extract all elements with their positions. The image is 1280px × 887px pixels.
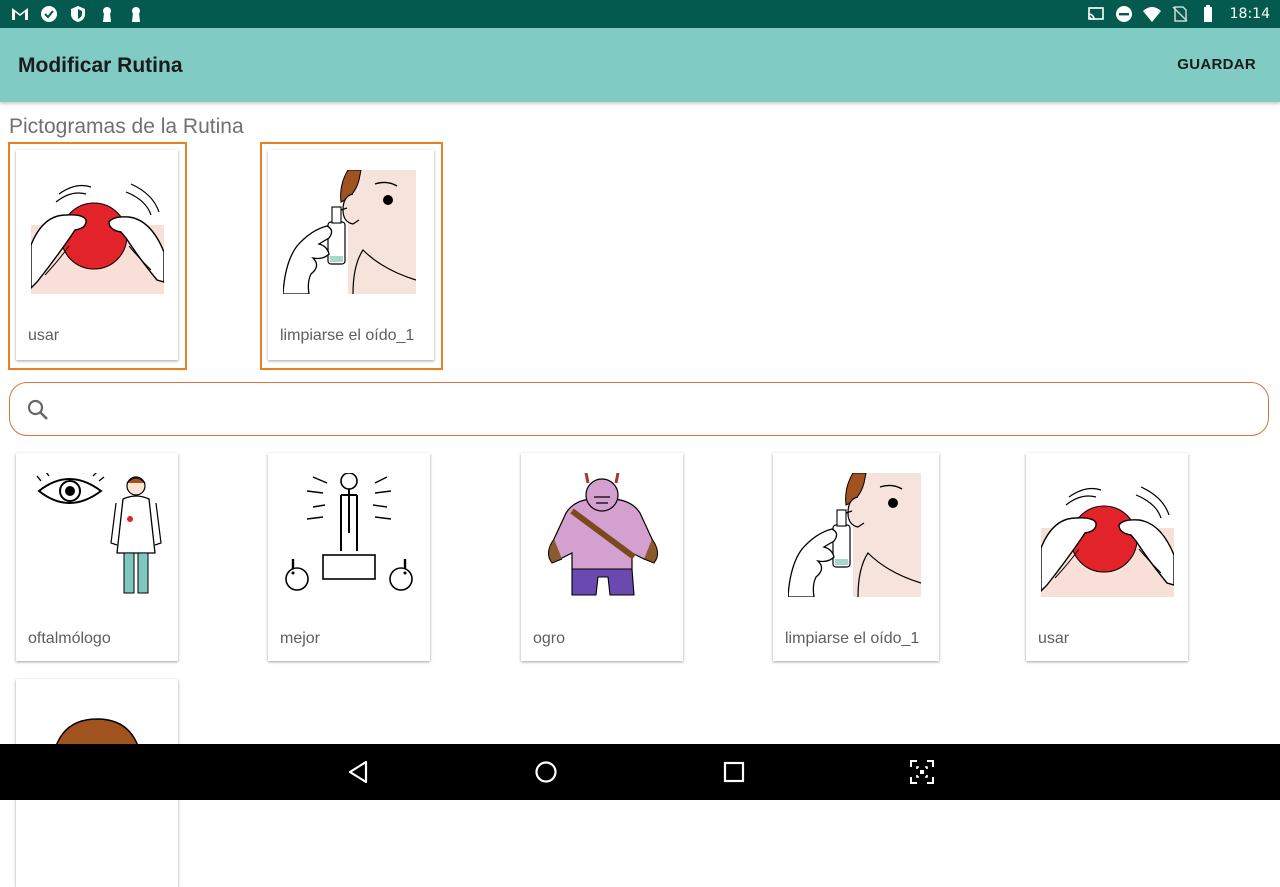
check-circle-icon — [41, 6, 57, 22]
pictogram-card[interactable]: ogro — [521, 453, 683, 661]
pictogram-label: ogro — [533, 630, 566, 647]
pictogram-label: usar — [1038, 630, 1070, 647]
hands-red-ball-pictogram — [31, 170, 164, 294]
back-icon[interactable] — [345, 758, 373, 786]
cast-icon — [1087, 7, 1104, 21]
gmail-icon — [12, 8, 28, 20]
search-icon — [27, 399, 48, 420]
battery-icon — [1203, 5, 1212, 22]
status-bar-notifications — [10, 4, 146, 24]
routine-pictogram-card[interactable]: usar — [16, 150, 178, 360]
keyhole-icon — [103, 7, 111, 22]
search-input[interactable] — [66, 395, 1250, 425]
pictogram-card[interactable]: mejor — [268, 453, 430, 661]
hands-red-ball-pictogram — [1041, 473, 1174, 597]
home-icon[interactable] — [532, 758, 560, 786]
status-bar: 18:14 — [0, 0, 1280, 28]
navigation-bar — [0, 744, 1280, 800]
wifi-icon — [1142, 7, 1161, 22]
no-sim-icon — [1172, 6, 1188, 22]
save-button[interactable]: GUARDAR — [1177, 56, 1256, 73]
ear-spray-pictogram — [283, 170, 416, 294]
page-title: Modificar Rutina — [18, 54, 183, 77]
pictogram-label: mejor — [280, 630, 321, 647]
routine-section-title: Pictogramas de la Rutina — [9, 115, 244, 138]
shield-icon — [71, 6, 85, 22]
pictogram-card[interactable]: oftalmólogo — [16, 453, 178, 661]
pictogram-label: limpiarse el oído_1 — [785, 630, 920, 647]
search-bar[interactable] — [9, 382, 1269, 436]
pictogram-label: limpiarse el oído_1 — [280, 327, 415, 344]
stick-figure-podium-pictogram — [283, 473, 416, 597]
pictogram-label: oftalmólogo — [28, 630, 111, 647]
status-bar-system: 18:14 — [1086, 4, 1270, 24]
clock: 18:14 — [1229, 6, 1270, 22]
keyhole-icon — [132, 7, 140, 22]
app-bar: Modificar Rutina GUARDAR — [0, 28, 1280, 102]
ear-spray-pictogram — [788, 473, 921, 597]
pictogram-label: usar — [28, 327, 60, 344]
do-not-disturb-icon — [1115, 6, 1132, 22]
routine-pictogram-card[interactable]: limpiarse el oído_1 — [268, 150, 434, 360]
ogre-pictogram — [536, 473, 669, 597]
pictogram-card[interactable]: usar — [1026, 453, 1188, 661]
screenshot-icon[interactable] — [908, 758, 936, 786]
pictogram-card[interactable]: limpiarse el oído_1 — [773, 453, 939, 661]
recents-icon[interactable] — [720, 758, 748, 786]
eye-doctor-pictogram — [31, 473, 164, 597]
